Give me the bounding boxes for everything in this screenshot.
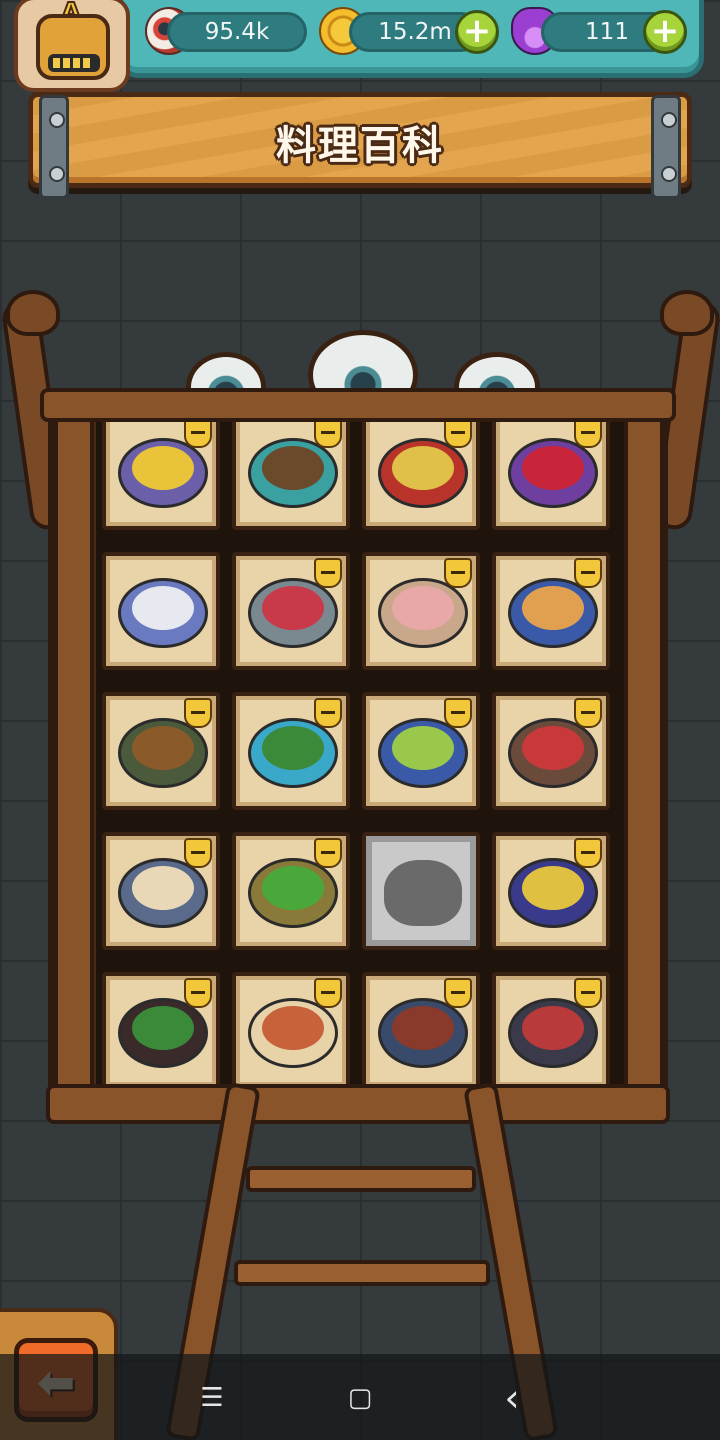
- recipe-cell-strawberry-cake[interactable]: [492, 552, 610, 670]
- dish-food: [262, 586, 324, 630]
- recipe-cell-seaweed-salad[interactable]: [232, 692, 350, 810]
- dish-food: [392, 446, 454, 490]
- crown-icon: [184, 838, 212, 868]
- crown-icon: [184, 418, 212, 448]
- dish-food: [392, 1006, 454, 1050]
- ladder-rung: [246, 1166, 476, 1192]
- recipe-cell-roast-beast[interactable]: [232, 972, 350, 1090]
- crown-icon: [314, 558, 342, 588]
- dish-food: [262, 1006, 324, 1050]
- monster-avatar-icon: [36, 14, 110, 80]
- back-nav-icon[interactable]: ‹: [490, 1378, 534, 1418]
- player-rank-badge[interactable]: A: [14, 0, 130, 92]
- dish-food: [392, 586, 454, 630]
- recipe-cell-meat-vegetable-bowl[interactable]: [492, 692, 610, 810]
- ladder-rung: [234, 1260, 490, 1286]
- recipe-cell-crystal-globe-dish[interactable]: [102, 552, 220, 670]
- add-coins-button[interactable]: +: [455, 10, 499, 54]
- recipe-cell-jar-smoothie[interactable]: [362, 552, 480, 670]
- crown-icon: [574, 558, 602, 588]
- recipe-cell-golden-rice-dish[interactable]: [102, 412, 220, 530]
- dish-food: [522, 726, 584, 770]
- frame-post-right: [624, 410, 664, 1100]
- page-title: 料理百科: [276, 123, 444, 169]
- recipe-cell-red-jelly-dish[interactable]: [492, 412, 610, 530]
- dish-food: [132, 726, 194, 770]
- recipe-cell-skewer-board-dish[interactable]: [362, 412, 480, 530]
- frame-top-beam: [40, 388, 676, 422]
- dish-food: [262, 726, 324, 770]
- monster-mouth: [48, 54, 100, 72]
- crown-icon: [184, 978, 212, 1008]
- frame-bottom-beam: [46, 1084, 670, 1124]
- frame-post-left: [54, 410, 94, 1100]
- dish-food: [262, 866, 324, 910]
- locked-dish-silhouette-icon: [384, 860, 462, 926]
- recipe-cell-locked-cauldron[interactable]: [362, 832, 480, 950]
- recipe-cell-spicy-hotpot[interactable]: [102, 972, 220, 1090]
- recipe-cell-bean-stew-bowl[interactable]: [102, 692, 220, 810]
- eyeball-count: 95.4k: [167, 12, 307, 52]
- crown-icon: [444, 418, 472, 448]
- dish-food: [132, 866, 194, 910]
- crown-icon: [574, 978, 602, 1008]
- dish-food: [132, 586, 194, 630]
- dish-food: [132, 1006, 194, 1050]
- crown-icon: [314, 418, 342, 448]
- recipe-cell-roast-meat-tray[interactable]: [492, 972, 610, 1090]
- crown-icon: [444, 978, 472, 1008]
- dish-food: [522, 586, 584, 630]
- crown-icon: [314, 698, 342, 728]
- crown-icon: [574, 838, 602, 868]
- crown-icon: [574, 698, 602, 728]
- menu-icon[interactable]: ☰: [190, 1378, 234, 1418]
- crown-icon: [184, 698, 212, 728]
- dish-food: [262, 446, 324, 490]
- monster-hand-left: [6, 290, 60, 336]
- dish-food: [132, 446, 194, 490]
- recipe-cell-stuffed-shells-plate[interactable]: [362, 692, 480, 810]
- recipe-cell-chili-green-bowl[interactable]: [232, 832, 350, 950]
- crown-icon: [444, 698, 472, 728]
- recipe-cell-layered-cup-dessert[interactable]: [232, 552, 350, 670]
- crown-icon: [314, 978, 342, 1008]
- dish-food: [522, 446, 584, 490]
- system-nav-bar: ☰ ▢ ‹: [0, 1354, 720, 1440]
- home-icon[interactable]: ▢: [338, 1378, 382, 1418]
- recipe-grid: [96, 412, 624, 1090]
- resource-bar: 95.4k 15.2m + 111 +: [118, 0, 704, 78]
- crown-icon: [314, 838, 342, 868]
- dish-food: [392, 726, 454, 770]
- crown-icon: [574, 418, 602, 448]
- recipe-cell-nacho-chips-platter[interactable]: [492, 832, 610, 950]
- title-banner: 料理百科: [28, 92, 692, 199]
- crown-icon: [444, 558, 472, 588]
- dish-food: [522, 866, 584, 910]
- add-potions-button[interactable]: +: [643, 10, 687, 54]
- recipe-cell-porridge-bucket[interactable]: [102, 832, 220, 950]
- monster-hand-right: [660, 290, 714, 336]
- recipe-cell-green-stirfry-dish[interactable]: [232, 412, 350, 530]
- recipe-cell-kebab-platter[interactable]: [362, 972, 480, 1090]
- dish-food: [522, 1006, 584, 1050]
